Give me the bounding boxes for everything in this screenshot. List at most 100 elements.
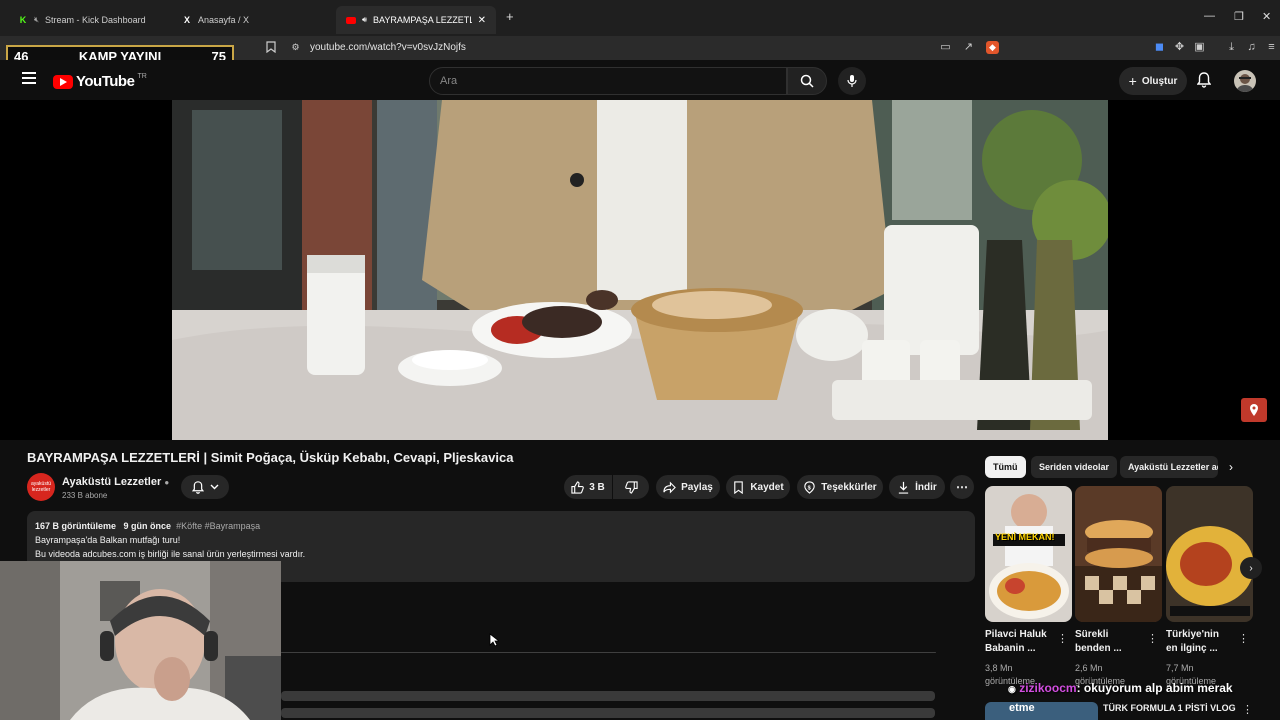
skeleton-placeholder [281, 691, 935, 701]
tab-youtube-video[interactable]: 🔊︎ BAYRAMPAŞA LEZZETLERİ | Si ✕ [336, 6, 496, 34]
save-button[interactable]: Kaydet [726, 475, 790, 499]
chat-text: : okuyorum alp abim merak [1076, 681, 1233, 695]
more-horizontal-icon: ⋯ [956, 480, 968, 494]
short-thumbnail[interactable]: YENİ MEKAN! [985, 486, 1072, 622]
channel-avatar-text: ayaküstü lezzetler [30, 481, 51, 493]
download-icon[interactable]: ⤓ [1225, 41, 1238, 54]
minimize-icon[interactable]: — [1204, 10, 1215, 22]
chip-channel[interactable]: Ayaküstü Lezzetler ad [1120, 456, 1218, 478]
download-button[interactable]: İndir [889, 475, 945, 499]
chevron-down-icon [210, 484, 218, 490]
tab-label: BAYRAMPAŞA LEZZETLERİ | Si [373, 15, 472, 25]
thanks-dollar-icon: $ [804, 480, 815, 494]
new-tab-button[interactable]: + [506, 9, 514, 24]
plus-icon: + [1128, 73, 1137, 89]
menu-icon[interactable]: ≡ [1265, 41, 1278, 54]
thumbnail-text: etme [1009, 702, 1035, 714]
tab-kick-dashboard[interactable]: K 🔇︎ Stream - Kick Dashboard [8, 6, 168, 34]
site-info-icon[interactable]: ⚙ [289, 41, 302, 54]
close-tab-icon[interactable]: ✕ [478, 15, 486, 26]
comments-divider [281, 652, 936, 653]
short-thumbnail[interactable] [1075, 486, 1162, 622]
chip-series-videos[interactable]: Seriden videolar [1031, 456, 1118, 478]
short-title[interactable]: Sürekli benden ... [1075, 628, 1147, 656]
search-placeholder: Ara [440, 75, 458, 87]
video-thumbnail[interactable]: etme [985, 702, 1098, 720]
kick-icon: K [19, 15, 27, 25]
share-button[interactable]: Paylaş [656, 475, 720, 499]
thanks-button[interactable]: $ Teşekkürler [797, 475, 883, 499]
mouse-cursor-icon [489, 633, 499, 647]
music-icon[interactable]: ♫ [1245, 41, 1258, 54]
short-title[interactable]: Pilavci Haluk Babanin ... [985, 628, 1057, 656]
description-line: Bayrampaşa'da Balkan mutfağı turu! [35, 535, 181, 545]
mute-icon: 🔇︎ [34, 15, 40, 24]
search-button[interactable] [787, 67, 827, 95]
skeleton-placeholder [281, 708, 935, 718]
more-vertical-icon[interactable]: ⋮ [1242, 703, 1253, 716]
channel-avatar[interactable]: ayaküstü lezzetler [27, 473, 55, 501]
thumbs-up-icon [571, 480, 585, 494]
shorts-next-button[interactable]: › [1240, 557, 1262, 579]
url-field[interactable]: youtube.com/watch?v=v0svJzNojfs [310, 42, 466, 53]
view-count: 167 B görüntüleme [35, 521, 117, 531]
cast-icon[interactable]: ▭ [939, 41, 952, 54]
voice-search-button[interactable] [838, 67, 866, 95]
subscription-notifications-button[interactable] [181, 475, 229, 499]
more-vertical-icon[interactable]: ⋮ [1057, 632, 1068, 645]
create-label: Oluştur [1141, 75, 1178, 87]
share-arrow-icon [663, 481, 676, 493]
tab-x-home[interactable]: X Anasayfa / X [172, 6, 332, 34]
like-button[interactable]: 3 B [564, 475, 612, 499]
svg-text:$: $ [808, 485, 812, 491]
youtube-header: YouTube TR Ara + Oluştur [0, 60, 1280, 100]
video-title-link[interactable]: TÜRK FORMULA 1 PİSTİ VLOG [1103, 703, 1236, 713]
youtube-logo-text: YouTube [76, 73, 135, 90]
hamburger-menu-icon[interactable] [22, 72, 36, 84]
chat-username: zizikoocm [1019, 681, 1077, 695]
extensions-icon[interactable]: ✥ [1173, 41, 1186, 54]
share-icon[interactable]: ↗ [962, 41, 975, 54]
more-actions-button[interactable]: ⋯ [950, 475, 974, 499]
hashtags[interactable]: #Köfte #Bayrampaşa [176, 521, 260, 531]
notifications-button[interactable] [1196, 72, 1212, 93]
bookmark-icon [734, 480, 744, 494]
video-player[interactable] [0, 100, 1280, 440]
chips-next-chevron-icon[interactable]: › [1229, 460, 1233, 474]
user-avatar[interactable] [1234, 70, 1256, 92]
brave-shield-icon[interactable]: ◆ [986, 41, 999, 54]
youtube-logo[interactable]: YouTube TR [53, 73, 147, 90]
extension-shield-icon[interactable]: ◼ [1153, 41, 1166, 54]
description-line: Bu videoda adcubes.com iş birliği ile sa… [35, 549, 306, 559]
channel-name[interactable]: Ayaküstü Lezzetler ● [62, 476, 169, 488]
description-meta: 167 B görüntüleme 9 gün önce #Köfte #Bay… [35, 519, 967, 533]
thumbs-down-icon [624, 480, 638, 494]
short-badge: YENİ MEKAN! [995, 532, 1055, 542]
location-pin-badge[interactable] [1241, 398, 1267, 422]
x-icon: X [183, 15, 190, 25]
verified-icon: ● [164, 478, 170, 487]
search-icon [800, 74, 814, 88]
short-title[interactable]: Türkiye'nin en ilginç ... [1166, 628, 1238, 656]
upload-age: 9 gün önce [123, 521, 172, 531]
more-vertical-icon[interactable]: ⋮ [1238, 632, 1249, 645]
browser-tab-bar: K 🔇︎ Stream - Kick Dashboard X Anasayfa … [0, 0, 1280, 36]
stream-chat-message: ◉ zizikoocm: okuyorum alp abim merak [1008, 681, 1233, 695]
video-frame[interactable] [172, 100, 1108, 440]
dislike-button[interactable] [613, 475, 649, 499]
close-window-icon[interactable]: ✕ [1262, 10, 1271, 23]
tab-label: Stream - Kick Dashboard [45, 15, 146, 25]
maximize-icon[interactable]: ❐ [1234, 10, 1244, 23]
bell-icon [1196, 72, 1212, 88]
short-thumbnail[interactable] [1166, 486, 1253, 622]
like-count: 3 B [589, 481, 605, 493]
chat-user-icon: ◉ [1008, 684, 1016, 694]
search-input[interactable]: Ara [429, 67, 787, 95]
chip-all[interactable]: Tümü [985, 456, 1026, 478]
tabs-icon[interactable]: ▣ [1193, 41, 1206, 54]
streamer-webcam [0, 561, 281, 720]
more-vertical-icon[interactable]: ⋮ [1147, 632, 1158, 645]
youtube-icon [346, 15, 356, 25]
create-button[interactable]: + Oluştur [1119, 67, 1187, 95]
bookmark-icon[interactable] [264, 41, 277, 54]
